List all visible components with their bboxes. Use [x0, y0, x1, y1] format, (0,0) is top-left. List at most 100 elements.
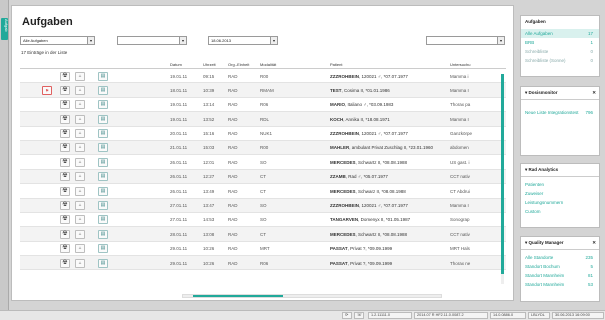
side-item[interactable]: Standort Mannheim 81 [521, 271, 599, 280]
document-icon[interactable]: ▤ [98, 157, 108, 167]
chart-icon[interactable]: ▵ [75, 157, 85, 167]
document-icon[interactable]: ▤ [98, 186, 108, 196]
document-icon[interactable]: ▤ [98, 258, 108, 268]
table-row[interactable]: ☢ ▵ ▤ 29.01.11 10:26 RAD MRT PASSAT, Privat ?, … [20, 242, 506, 257]
scroll-thumb[interactable] [193, 295, 283, 297]
side-item[interactable]: Leistungsnummern [521, 198, 599, 207]
vertical-scrollbar[interactable] [501, 74, 504, 284]
radiation-icon[interactable]: ☢ [60, 172, 70, 182]
close-icon[interactable]: ✕ [592, 240, 596, 246]
secondary-filter-select[interactable]: ▾ [117, 36, 187, 45]
chart-icon[interactable]: ▵ [75, 229, 85, 239]
side-item[interactable]: Schreibliste 0 [521, 47, 599, 56]
cell-exam: Ganzkörpe [450, 131, 473, 137]
chart-icon[interactable]: ▵ [75, 258, 85, 268]
radiation-icon[interactable]: ☢ [60, 186, 70, 196]
chart-icon[interactable]: ▵ [75, 215, 85, 225]
chart-icon[interactable]: ▵ [75, 172, 85, 182]
side-item[interactable]: Neue Liste Integrationstest 796 [521, 108, 599, 117]
col-header[interactable]: Modalität [260, 62, 276, 67]
alert-flag-icon[interactable]: ⚑ [42, 85, 52, 95]
chart-icon[interactable]: ▵ [75, 201, 85, 211]
table-row[interactable]: ⚑ ☢ ▵ ▤ 18.01.11 10:39 RAD RMAM TEST, Cosima II,… [20, 83, 506, 98]
chart-icon[interactable]: ▵ [75, 129, 85, 139]
chevron-down-icon[interactable]: ▾ [497, 37, 504, 44]
task-table: Datum Uhrzeit Org.-Einheit Modalität Pat… [20, 59, 506, 295]
side-item[interactable]: Schreibliste (Sonne) 0 [521, 56, 599, 65]
col-header[interactable]: Untersuchu [450, 62, 470, 67]
col-header[interactable]: Uhrzeit [203, 62, 216, 67]
search-select[interactable]: ▾ [426, 36, 505, 45]
document-icon[interactable]: ▤ [98, 244, 108, 254]
radiation-icon[interactable]: ☢ [60, 215, 70, 225]
side-item[interactable]: Alle Aufgaben 17 [521, 29, 599, 38]
document-icon[interactable]: ▤ [98, 71, 108, 81]
radiation-icon[interactable]: ☢ [60, 71, 70, 81]
table-row[interactable]: ☢ ▵ ▤ 28.01.11 13:08 RAD CT MERCEDES, Schwartz … [20, 227, 506, 242]
side-item[interactable]: Standort Mannheim 53 [521, 280, 599, 289]
chart-icon[interactable]: ▵ [75, 71, 85, 81]
horizontal-scrollbar[interactable] [182, 294, 442, 298]
table-row[interactable]: ☢ ▵ ▤ 19.01.11 09:15 RAD R00 ZZZROHBEIN, 120021… [20, 69, 506, 84]
col-header[interactable]: Patient [330, 62, 342, 67]
radiation-icon[interactable]: ☢ [60, 100, 70, 110]
document-icon[interactable]: ▤ [98, 129, 108, 139]
table-row[interactable]: ☢ ▵ ▤ 27.01.11 14:53 RAD SO TANGARVEN, Domenyx … [20, 213, 506, 228]
chart-icon[interactable]: ▵ [75, 85, 85, 95]
col-header[interactable]: Org.-Einheit [228, 62, 249, 67]
document-icon[interactable]: ▤ [98, 143, 108, 153]
radiation-icon[interactable]: ☢ [60, 229, 70, 239]
scroll-thumb[interactable] [501, 74, 504, 274]
radiation-icon[interactable]: ☢ [60, 129, 70, 139]
col-header[interactable]: Datum [170, 62, 182, 67]
radiation-icon[interactable]: ☢ [60, 157, 70, 167]
table-row[interactable]: ☢ ▵ ▤ 26.01.11 12:27 RAD CT ZZAMB, Rad ♂, *05.0… [20, 169, 506, 185]
side-item[interactable]: Alle Standorte 235 [521, 253, 599, 262]
chevron-down-icon[interactable]: ▾ [179, 37, 186, 44]
date-select[interactable]: 18.06.2013 ▾ [208, 36, 278, 45]
chart-icon[interactable]: ▵ [75, 143, 85, 153]
chart-icon[interactable]: ▵ [75, 186, 85, 196]
document-icon[interactable]: ▤ [98, 100, 108, 110]
tab-aufgaben-vertical[interactable]: Aufgab [1, 18, 9, 40]
side-item[interactable]: Standort Bochum 5 [521, 262, 599, 271]
patient-name: ZZZROHBEIN [330, 203, 359, 209]
table-row[interactable]: ☢ ▵ ▤ 26.01.11 12:01 RAD SO MERCEDES, Schwartz … [20, 155, 506, 170]
document-icon[interactable]: ▤ [98, 114, 108, 124]
cell-date: 19.01.11 [170, 116, 188, 122]
document-icon[interactable]: ▤ [98, 201, 108, 211]
table-row[interactable]: ☢ ▵ ▤ 27.01.11 13:47 RAD SO ZZZROHBEIN, 120021 … [20, 198, 506, 213]
side-item[interactable]: BRB 1 [521, 38, 599, 47]
side-item[interactable]: Custom [521, 207, 599, 216]
radiation-icon[interactable]: ☢ [60, 85, 70, 95]
radiation-icon[interactable]: ☢ [60, 114, 70, 124]
chart-icon[interactable]: ▵ [75, 100, 85, 110]
calendar-icon[interactable]: ▾ [270, 37, 277, 44]
radiation-icon[interactable]: ☢ [60, 143, 70, 153]
patient-name: PASSAT [330, 260, 348, 266]
table-row[interactable]: ☢ ▵ ▤ 29.01.11 10:26 RAD R06 PASSAT, Privat ?, … [20, 256, 506, 271]
chart-icon[interactable]: ▵ [75, 114, 85, 124]
document-icon[interactable]: ▤ [98, 172, 108, 182]
side-item[interactable]: Patienten [521, 180, 599, 189]
table-row[interactable]: ☢ ▵ ▤ 20.01.11 15:16 RAD NUK1 ZZZROHBEIN, 12002… [20, 127, 506, 141]
document-icon[interactable]: ▤ [98, 229, 108, 239]
document-icon[interactable]: ▤ [98, 85, 108, 95]
side-item[interactable]: Zuweiser [521, 189, 599, 198]
table-row[interactable]: ☢ ▵ ▤ 21.01.11 15:03 RAD R00 MAHLER, ambulant P… [20, 140, 506, 156]
table-row[interactable]: ☢ ▵ ▤ 19.01.11 13:14 RAD R06 MARIO, Italiano ♂,… [20, 98, 506, 113]
chart-icon[interactable]: ▵ [75, 244, 85, 254]
radiation-icon[interactable]: ☢ [60, 201, 70, 211]
chevron-down-icon[interactable]: ▾ [87, 37, 94, 44]
table-row[interactable]: ☢ ▵ ▤ 19.01.11 13:52 RAD RDL KOCH, Annika II, *… [20, 112, 506, 127]
patient-detail: , Domenyx II, *01.05.1987 [358, 217, 411, 223]
radiation-icon[interactable]: ☢ [60, 244, 70, 254]
close-icon[interactable]: ✕ [592, 90, 596, 96]
refresh-icon[interactable]: ⟳ [342, 312, 352, 319]
table-row[interactable]: ☢ ▵ ▤ 26.01.11 13:49 RAD CT MERCEDES, Schwarz I… [20, 184, 506, 199]
task-filter-select[interactable]: Alle Aufgaben ▾ [20, 36, 95, 45]
side-item-label: Standort Mannheim [525, 282, 565, 287]
phone-icon[interactable]: ☏ [354, 312, 364, 319]
document-icon[interactable]: ▤ [98, 215, 108, 225]
radiation-icon[interactable]: ☢ [60, 258, 70, 268]
